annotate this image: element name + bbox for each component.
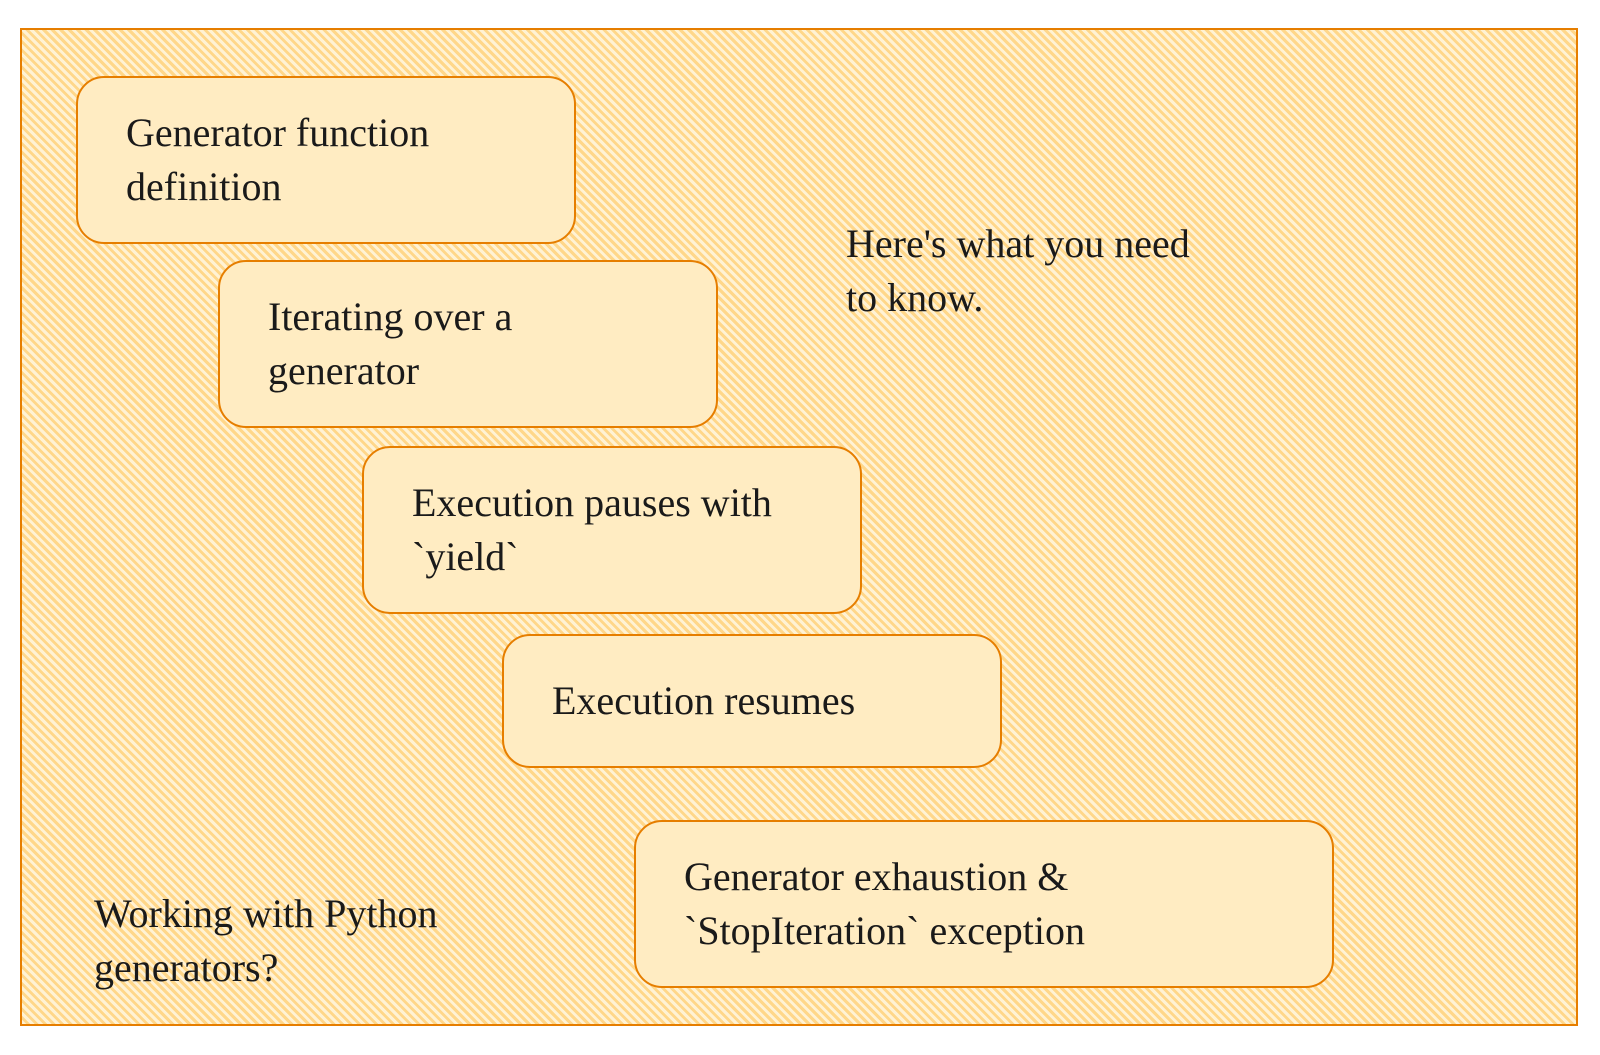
note-text: Working with Python generators? bbox=[94, 891, 437, 990]
card-text: Generator function definition bbox=[126, 110, 429, 209]
card-text: Execution pauses with `yield` bbox=[412, 480, 772, 579]
card-text: Execution resumes bbox=[552, 678, 855, 723]
card-generator-definition: Generator function definition bbox=[76, 76, 576, 244]
note-hint: Here's what you need to know. bbox=[846, 163, 1190, 325]
card-pauses-yield: Execution pauses with `yield` bbox=[362, 446, 862, 614]
card-iterating: Iterating over a generator bbox=[218, 260, 718, 428]
note-intro: Working with Python generators? bbox=[94, 833, 437, 995]
card-text: Iterating over a generator bbox=[268, 294, 512, 393]
diagram-canvas: Generator function definition Iterating … bbox=[20, 28, 1578, 1026]
note-text: Here's what you need to know. bbox=[846, 221, 1190, 320]
card-text: Generator exhaustion & `StopIteration` e… bbox=[684, 854, 1085, 953]
card-resumes: Execution resumes bbox=[502, 634, 1002, 768]
card-exhaustion: Generator exhaustion & `StopIteration` e… bbox=[634, 820, 1334, 988]
